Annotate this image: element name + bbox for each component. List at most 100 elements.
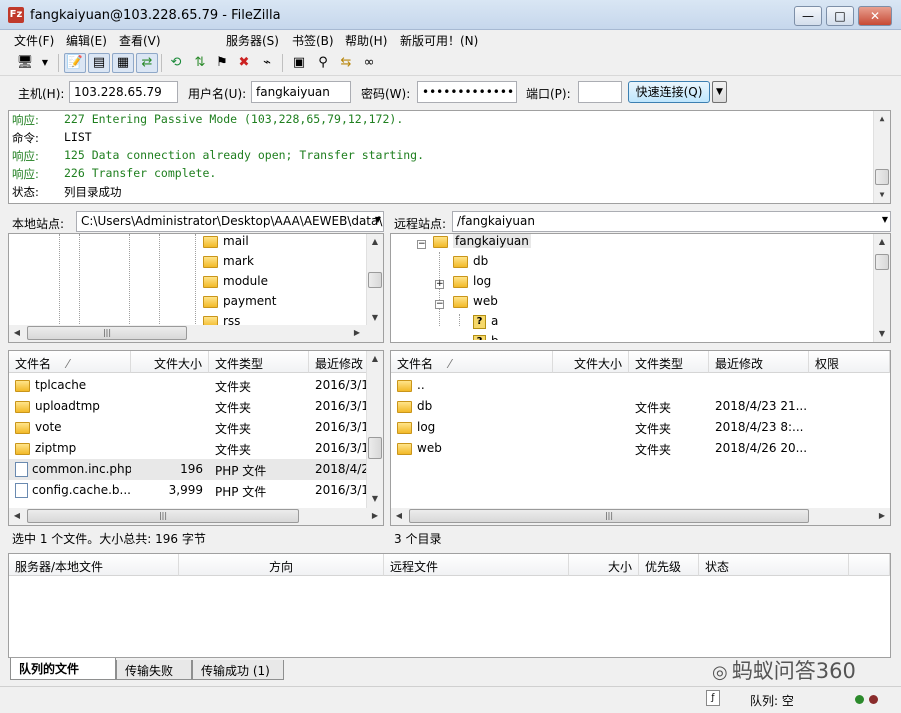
tree-item[interactable]: log <box>453 274 491 294</box>
table-row[interactable]: ziptmp 文件夹 2016/3/1 <box>9 438 368 459</box>
column-header-permissions[interactable]: 权限 <box>809 351 890 373</box>
message-log-icon[interactable]: 📝 <box>64 53 86 73</box>
table-row[interactable]: .. <box>391 375 890 396</box>
scroll-thumb[interactable] <box>368 272 382 288</box>
refresh-icon[interactable]: ⟲ <box>165 53 187 73</box>
queue-col-direction[interactable]: 方向 <box>179 554 384 576</box>
scroll-thumb[interactable] <box>875 169 889 185</box>
scroll-up-icon[interactable]: ▲ <box>367 351 383 367</box>
scroll-thumb[interactable] <box>368 437 382 459</box>
column-header-modified[interactable]: 最近修改 <box>709 351 809 373</box>
column-header-type[interactable]: 文件类型 <box>629 351 709 373</box>
minimize-button[interactable]: — <box>794 6 822 26</box>
menu-help[interactable]: 帮助(H) <box>345 32 387 49</box>
flag-icon[interactable]: ⚑ <box>211 53 233 73</box>
close-button[interactable]: ✕ <box>858 6 892 26</box>
queue-col-local[interactable]: 服务器/本地文件 <box>9 554 179 576</box>
tree-item[interactable]: db <box>453 254 488 274</box>
table-row-selected[interactable]: common.inc.php 196 PHP 文件 2018/4/2 <box>9 459 368 480</box>
table-row[interactable]: web 文件夹 2018/4/26 20... <box>391 438 890 459</box>
table-row[interactable]: log 文件夹 2018/4/23 8:... <box>391 417 890 438</box>
menu-bookmarks[interactable]: 书签(B) <box>292 32 334 49</box>
remote-path-combo[interactable]: /fangkaiyuan ▼ <box>452 211 891 232</box>
scroll-right-icon[interactable]: ▶ <box>367 508 383 524</box>
filter-status-icon[interactable]: ƒ <box>706 690 720 706</box>
table-row[interactable]: config.cache.b... 3,999 PHP 文件 2016/3/1 <box>9 480 368 501</box>
tree-icon[interactable]: ▤ <box>88 53 110 73</box>
menu-view[interactable]: 查看(V) <box>119 32 161 49</box>
remote-tree[interactable]: − fangkaiyuan db + log − web ?a ?b ▲ ▼ <box>390 233 891 343</box>
scroll-up-icon[interactable]: ▲ <box>367 234 383 250</box>
scroll-down-icon[interactable]: ▼ <box>367 310 383 326</box>
tree-item[interactable]: ?b <box>473 334 499 340</box>
table-row[interactable]: tplcache 文件夹 2016/3/1 <box>9 375 368 396</box>
quickconnect-button[interactable]: 快速连接(Q) <box>628 81 710 103</box>
quickconnect-dropdown-icon[interactable]: ▼ <box>712 81 727 103</box>
queue-col-status[interactable]: 状态 <box>699 554 849 576</box>
search-icon[interactable]: ∞ <box>358 53 380 73</box>
column-header-size[interactable]: 文件大小 <box>131 351 209 373</box>
dropdown-icon[interactable]: ▼ <box>38 53 52 73</box>
menu-server[interactable]: 服务器(S) <box>226 32 279 49</box>
tab-queued-files[interactable]: 队列的文件 <box>10 658 116 680</box>
column-header-type[interactable]: 文件类型 <box>209 351 309 373</box>
scroll-left-icon[interactable]: ◀ <box>391 508 407 524</box>
filter-icon[interactable]: ⚲ <box>312 53 334 73</box>
column-header-size[interactable]: 文件大小 <box>553 351 629 373</box>
remote-tree-icon[interactable]: ▦ <box>112 53 134 73</box>
menu-file[interactable]: 文件(F) <box>14 32 54 49</box>
log-scrollbar[interactable]: ▲ ▼ <box>873 111 890 203</box>
scroll-thumb[interactable]: ||| <box>27 326 187 340</box>
queue-col-priority[interactable]: 优先级 <box>639 554 699 576</box>
chevron-down-icon[interactable]: ▼ <box>375 215 381 224</box>
table-row[interactable]: uploadtmp 文件夹 2016/3/1 <box>9 396 368 417</box>
collapse-icon[interactable]: − <box>435 300 444 309</box>
scroll-thumb[interactable]: ||| <box>27 509 299 523</box>
process-queue-icon[interactable]: ⇅ <box>189 53 211 73</box>
column-header-name[interactable]: 文件名 ⁄ <box>9 351 131 373</box>
tab-successful-transfers[interactable]: 传输成功 (1) <box>192 660 284 680</box>
scroll-up-icon[interactable]: ▲ <box>874 234 890 250</box>
scroll-right-icon[interactable]: ▶ <box>349 325 365 341</box>
scroll-left-icon[interactable]: ◀ <box>9 325 25 341</box>
scroll-up-icon[interactable]: ▲ <box>874 111 890 127</box>
expand-icon[interactable]: + <box>435 280 444 289</box>
queue-col-remote[interactable]: 远程文件 <box>384 554 569 576</box>
tree-item[interactable]: module <box>203 274 268 294</box>
local-tree-vscroll[interactable]: ▲ ▼ <box>366 234 383 326</box>
local-tree[interactable]: mail mark module payment rss ▲ ▼ ◀ ||| ▶ <box>8 233 384 343</box>
scroll-thumb[interactable]: ||| <box>409 509 809 523</box>
remote-tree-vscroll[interactable]: ▲ ▼ <box>873 234 890 342</box>
cancel-icon[interactable]: ✖ <box>233 53 255 73</box>
tree-item[interactable]: web <box>453 294 498 314</box>
message-log[interactable]: 响应: 227 Entering Passive Mode (103,228,6… <box>8 110 891 204</box>
column-header-name[interactable]: 文件名 ⁄ <box>391 351 553 373</box>
local-list-vscroll[interactable]: ▲ ▼ <box>366 351 383 508</box>
disconnect-icon[interactable]: ⌁ <box>256 53 278 73</box>
host-input[interactable]: 103.228.65.79 <box>69 81 178 103</box>
chevron-down-icon[interactable]: ▼ <box>882 215 888 224</box>
tree-item[interactable]: fangkaiyuan <box>433 234 531 254</box>
local-path-combo[interactable]: C:\Users\Administrator\Desktop\AAA\AEWEB… <box>76 211 384 232</box>
tree-item[interactable]: payment <box>203 294 276 314</box>
scroll-down-icon[interactable]: ▼ <box>367 491 383 507</box>
remote-file-list[interactable]: 文件名 ⁄ 文件大小 文件类型 最近修改 权限 .. db 文件夹 2018/4… <box>390 350 891 526</box>
queue-col-size[interactable]: 大小 <box>569 554 639 576</box>
site-manager-icon[interactable]: 🖥 <box>14 53 36 73</box>
scroll-right-icon[interactable]: ▶ <box>874 508 890 524</box>
local-file-list[interactable]: 文件名 ⁄ 文件大小 文件类型 最近修改 tplcache 文件夹 2016/3… <box>8 350 384 526</box>
table-row[interactable]: vote 文件夹 2016/3/1 <box>9 417 368 438</box>
sync-browse-icon[interactable]: ⇆ <box>335 53 357 73</box>
scroll-thumb[interactable] <box>875 254 889 270</box>
scroll-down-icon[interactable]: ▼ <box>874 187 890 203</box>
transfer-queue[interactable]: 服务器/本地文件 方向 远程文件 大小 优先级 状态 <box>8 553 891 658</box>
menu-edit[interactable]: 编辑(E) <box>66 32 107 49</box>
scroll-down-icon[interactable]: ▼ <box>874 326 890 342</box>
column-header-modified[interactable]: 最近修改 <box>309 351 368 373</box>
menu-new-version[interactable]: 新版可用！(N) <box>400 32 478 49</box>
maximize-button[interactable]: □ <box>826 6 854 26</box>
remote-list-hscroll[interactable]: ◀ ||| ▶ <box>391 508 890 525</box>
local-list-hscroll[interactable]: ◀ ||| ▶ <box>9 508 383 525</box>
compare-icon[interactable]: ▣ <box>288 53 310 73</box>
tree-item[interactable]: mark <box>203 254 254 274</box>
